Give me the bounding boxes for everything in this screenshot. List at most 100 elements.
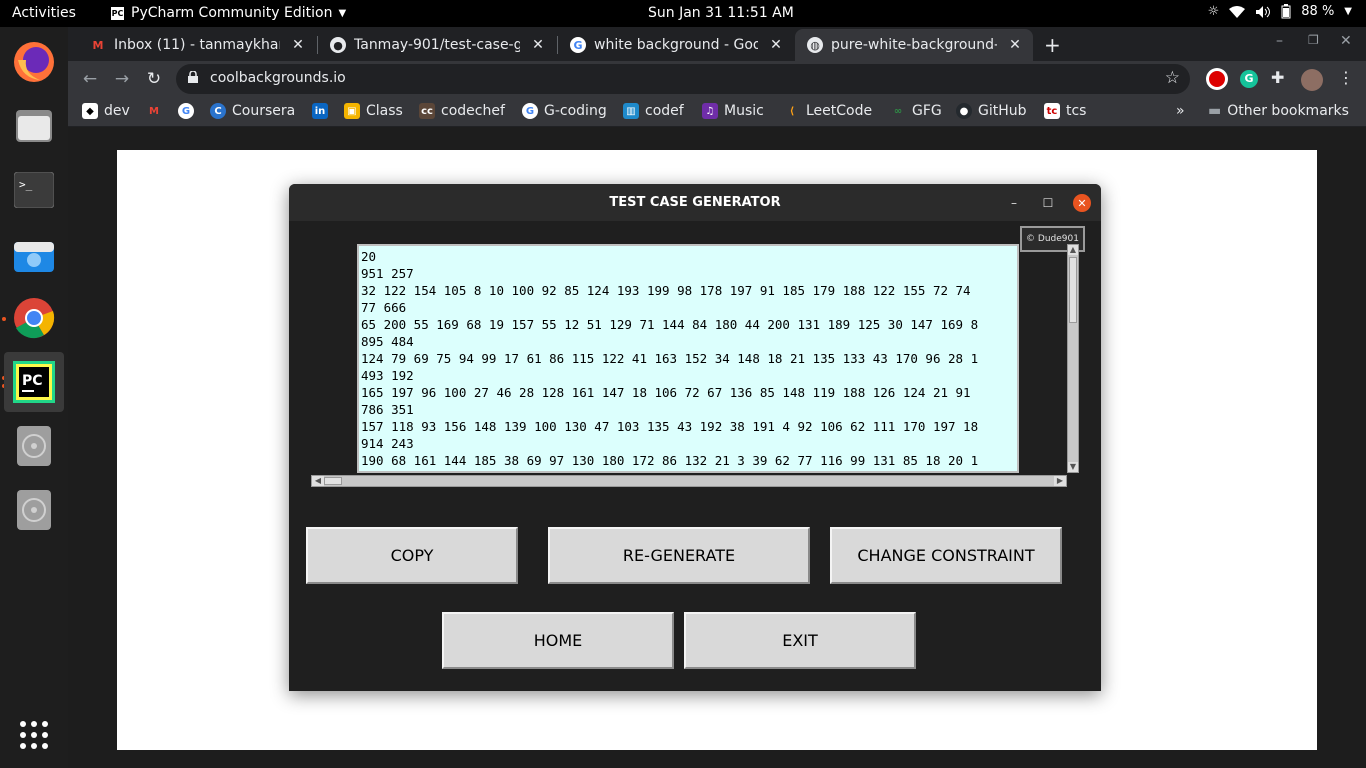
dock-firefox[interactable]	[4, 32, 64, 92]
new-tab-button[interactable]: +	[1044, 33, 1061, 57]
vertical-scroll-thumb[interactable]	[1069, 257, 1077, 323]
horizontal-scroll-thumb[interactable]	[324, 477, 342, 485]
bookmark-github[interactable]: ● GitHub	[956, 103, 1027, 119]
tab-gmail[interactable]: M Inbox (11) - tanmaykhandelwal ✕	[78, 29, 316, 61]
bookmark-leetcode[interactable]: ⟨ LeetCode	[784, 103, 872, 119]
window-titlebar[interactable]: TEST CASE GENERATOR	[289, 184, 1101, 221]
github-icon: ●	[330, 37, 346, 53]
tab-google-search[interactable]: G white background - Google Search ✕	[558, 29, 794, 61]
window-maximize-button[interactable]: ❐	[1308, 33, 1319, 47]
tab-title: Tanmay-901/test-case-generator	[354, 37, 520, 53]
adblock-extension-icon[interactable]	[1206, 68, 1228, 90]
dock-pycharm[interactable]: PC	[4, 352, 64, 412]
bookmark-codef[interactable]: ▥ codef	[623, 103, 684, 119]
output-line: 157 118 93 156 148 139 100 130 47 103 13…	[361, 419, 979, 434]
bookmark-coursera[interactable]: C Coursera	[210, 103, 295, 119]
output-line: 20	[361, 249, 377, 264]
bookmark-label: LeetCode	[806, 103, 873, 119]
codechef-icon: cc	[419, 103, 435, 119]
other-bookmarks-folder[interactable]: ▬ Other bookmarks	[1208, 103, 1349, 119]
caret-down-icon: ▼	[338, 7, 347, 19]
bookmark-dev[interactable]: ◆ dev	[82, 103, 130, 119]
vertical-scrollbar[interactable]: ▲ ▼	[1067, 244, 1079, 473]
show-applications-button[interactable]	[4, 705, 64, 765]
bookmark-label: G-coding	[544, 103, 607, 119]
coursera-icon: C	[210, 103, 226, 119]
bookmark-gmail[interactable]: M	[146, 103, 162, 119]
disk-icon	[17, 426, 51, 466]
back-button[interactable]: ←	[80, 69, 100, 89]
dock-disk-1[interactable]	[4, 416, 64, 476]
grammarly-extension-icon[interactable]: G	[1240, 70, 1258, 88]
tcs-icon: tc	[1044, 103, 1060, 119]
extensions-puzzle-icon[interactable]: ✚	[1271, 68, 1284, 87]
home-button[interactable]: HOME	[442, 612, 674, 669]
terminal-icon: >_	[14, 172, 54, 208]
activities-button[interactable]: Activities	[12, 5, 76, 21]
forward-button[interactable]: →	[112, 69, 132, 89]
exit-button[interactable]: EXIT	[684, 612, 916, 669]
dock-software-center[interactable]	[4, 224, 64, 284]
classroom-icon: ▣	[344, 103, 360, 119]
test-case-output-textbox[interactable]: 20 951 257 32 122 154 105 8 10 100 92 85 1…	[357, 244, 1019, 473]
regenerate-button[interactable]: RE-GENERATE	[548, 527, 810, 584]
close-tab-icon[interactable]: ✕	[1007, 37, 1023, 53]
bookmark-linkedin[interactable]: in	[312, 103, 328, 119]
close-tab-icon[interactable]: ✕	[530, 37, 546, 53]
google-icon: G	[178, 103, 194, 119]
bookmark-codechef[interactable]: cc codechef	[419, 103, 505, 119]
firefox-icon	[14, 42, 54, 82]
dock-files[interactable]	[4, 96, 64, 156]
output-line: 65 200 55 169 68 19 157 55 12 51 129 71 …	[361, 317, 979, 332]
reload-button[interactable]: ↻	[144, 69, 164, 89]
browser-toolbar: ← → ↻ coolbackgrounds.io ☆ G ✚ ⋮	[68, 61, 1366, 97]
bookmark-star-icon[interactable]: ☆	[1165, 68, 1180, 88]
profile-avatar[interactable]	[1301, 69, 1323, 91]
battery-percentage: 88 %	[1301, 4, 1335, 19]
change-constraint-button[interactable]: CHANGE CONSTRAINT	[830, 527, 1062, 584]
globe-icon: ◍	[807, 37, 823, 53]
bookmark-google[interactable]: G	[178, 103, 194, 119]
scroll-down-icon[interactable]: ▼	[1068, 462, 1078, 472]
minimize-button[interactable]: –	[1005, 194, 1023, 212]
scroll-left-icon[interactable]: ◀	[312, 476, 324, 486]
output-line: 124 79 69 75 94 99 17 61 86 115 122 41 1…	[361, 351, 979, 366]
brightness-icon: ☼	[1207, 4, 1220, 19]
window-close-button[interactable]: ✕	[1340, 33, 1352, 49]
dock-chrome[interactable]	[4, 288, 64, 348]
system-tray[interactable]: ☼ 88 % ▼	[1208, 4, 1352, 19]
output-line: 951 257	[361, 266, 414, 281]
copy-button[interactable]: COPY	[306, 527, 518, 584]
codeforces-icon: ▥	[623, 103, 639, 119]
dock-disk-2[interactable]	[4, 480, 64, 540]
address-bar[interactable]: coolbackgrounds.io ☆	[176, 64, 1190, 94]
output-line: 165 197 96 100 27 46 28 128 161 147 18 1…	[361, 385, 971, 400]
close-tab-icon[interactable]: ✕	[768, 37, 784, 53]
bookmark-tcs[interactable]: tc tcs	[1044, 103, 1086, 119]
tab-github[interactable]: ● Tanmay-901/test-case-generator ✕	[318, 29, 556, 61]
window-minimize-button[interactable]: –	[1276, 33, 1283, 49]
close-tab-icon[interactable]: ✕	[290, 37, 306, 53]
tab-active-background[interactable]: ◍ pure-white-background-85a2a7fd ✕	[795, 29, 1033, 61]
bookmark-class[interactable]: ▣ Class	[344, 103, 403, 119]
chrome-menu-icon[interactable]: ⋮	[1338, 68, 1354, 87]
scroll-right-icon[interactable]: ▶	[1054, 476, 1066, 486]
scroll-up-icon[interactable]: ▲	[1068, 245, 1078, 255]
horizontal-scrollbar[interactable]: ◀ ▶	[311, 475, 1067, 487]
close-button[interactable]: ✕	[1073, 194, 1091, 212]
dock-terminal[interactable]: >_	[4, 160, 64, 220]
clock[interactable]: Sun Jan 31 11:51 AM	[648, 5, 794, 21]
bookmarks-bar: ◆ dev M G C Coursera in ▣ Class cc codechef …	[68, 97, 1366, 127]
bookmark-g-coding[interactable]: G G-coding	[522, 103, 607, 119]
bookmarks-overflow-button[interactable]: »	[1176, 103, 1185, 119]
bookmark-music[interactable]: ♫ Music	[702, 103, 764, 119]
lock-icon	[188, 71, 198, 83]
bookmark-gfg[interactable]: ∞ GFG	[890, 103, 942, 119]
bookmark-label: dev	[104, 103, 130, 119]
app-menu[interactable]: PC PyCharm Community Edition ▼	[110, 5, 346, 21]
output-line: 914 243	[361, 436, 414, 451]
bookmark-label: GitHub	[978, 103, 1027, 119]
maximize-button[interactable]: ☐	[1039, 194, 1057, 212]
tab-title: Inbox (11) - tanmaykhandelwal	[114, 37, 280, 53]
close-icon: ✕	[1077, 196, 1087, 210]
